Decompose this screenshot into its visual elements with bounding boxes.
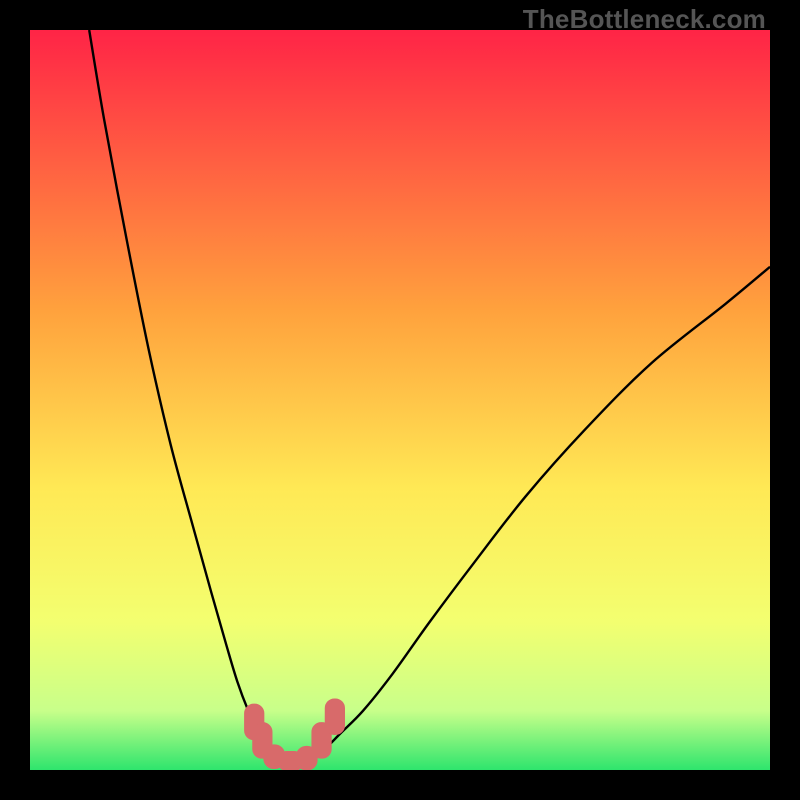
plot-area bbox=[30, 30, 770, 770]
chart-frame: TheBottleneck.com bbox=[0, 0, 800, 800]
gradient-background bbox=[30, 30, 770, 770]
chart-svg bbox=[30, 30, 770, 770]
marker bbox=[325, 699, 344, 735]
watermark-text: TheBottleneck.com bbox=[523, 4, 766, 35]
